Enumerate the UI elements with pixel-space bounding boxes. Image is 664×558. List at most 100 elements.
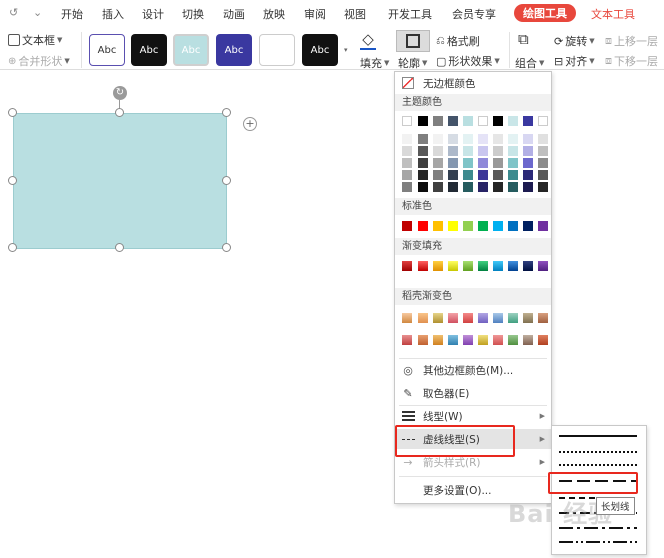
tab-transition[interactable]: 切换 bbox=[182, 6, 204, 22]
theme-color-swatch[interactable] bbox=[523, 170, 533, 180]
align-button[interactable]: ⊟ 对齐 ▼ bbox=[554, 53, 595, 69]
fill-button[interactable]: ◇ bbox=[360, 30, 376, 50]
theme-color-swatch[interactable] bbox=[493, 158, 503, 168]
theme-color-swatch[interactable] bbox=[418, 182, 428, 192]
gradient-fill-swatch[interactable] bbox=[538, 261, 548, 271]
send-backward-button[interactable]: ⧈ 下移一层 bbox=[605, 53, 658, 69]
quick-add-plus-icon[interactable]: + bbox=[243, 117, 257, 131]
standard-color-swatch[interactable] bbox=[418, 221, 428, 231]
theme-color-swatch[interactable] bbox=[478, 146, 488, 156]
menu-item-line-type[interactable]: 线型(W) ▶ bbox=[395, 406, 551, 426]
menu-item-eyedropper[interactable]: ✎ 取色器(E) bbox=[395, 383, 551, 403]
theme-color-swatch[interactable] bbox=[523, 134, 533, 144]
shape-style-black-2[interactable]: Abc bbox=[302, 34, 338, 66]
theme-color-swatch[interactable] bbox=[493, 134, 503, 144]
theme-color-swatch[interactable] bbox=[523, 116, 533, 126]
theme-color-swatch[interactable] bbox=[493, 146, 503, 156]
theme-color-swatch[interactable] bbox=[402, 182, 412, 192]
theme-color-swatch[interactable] bbox=[418, 170, 428, 180]
shape-style-indigo[interactable]: Abc bbox=[216, 34, 252, 66]
theme-color-swatch[interactable] bbox=[448, 146, 458, 156]
theme-color-swatch[interactable] bbox=[448, 170, 458, 180]
tab-home[interactable]: 开始 bbox=[61, 6, 83, 22]
tab-developer[interactable]: 开发工具 bbox=[388, 6, 432, 22]
theme-color-swatch[interactable] bbox=[508, 116, 518, 126]
theme-color-swatch[interactable] bbox=[508, 134, 518, 144]
tab-view[interactable]: 视图 bbox=[344, 6, 366, 22]
bring-forward-button[interactable]: ⧈ 上移一层 bbox=[605, 33, 658, 49]
theme-color-swatch[interactable] bbox=[508, 158, 518, 168]
theme-color-swatch[interactable] bbox=[493, 170, 503, 180]
theme-color-swatch[interactable] bbox=[433, 182, 443, 192]
theme-color-swatch[interactable] bbox=[508, 170, 518, 180]
theme-color-swatch[interactable] bbox=[523, 158, 533, 168]
theme-color-swatch[interactable] bbox=[448, 182, 458, 192]
theme-color-swatch[interactable] bbox=[402, 134, 412, 144]
theme-color-swatch[interactable] bbox=[538, 146, 548, 156]
theme-color-swatch[interactable] bbox=[478, 134, 488, 144]
standard-color-swatch[interactable] bbox=[448, 221, 458, 231]
resize-handle-left[interactable] bbox=[8, 176, 17, 185]
theme-color-swatch[interactable] bbox=[463, 134, 473, 144]
tab-drawing-tools[interactable]: 绘图工具 bbox=[514, 4, 576, 22]
gradient-fill-swatch[interactable] bbox=[463, 261, 473, 271]
tab-design[interactable]: 设计 bbox=[142, 6, 164, 22]
textbox-button[interactable]: 文本框 ▼ bbox=[8, 32, 62, 48]
selected-rectangle-shape[interactable] bbox=[13, 113, 227, 249]
theme-color-swatch[interactable] bbox=[538, 182, 548, 192]
group-button[interactable]: ⧉ bbox=[518, 30, 529, 48]
tab-text-tools[interactable]: 文本工具 bbox=[591, 6, 635, 22]
theme-color-swatch[interactable] bbox=[478, 116, 488, 126]
theme-color-swatch[interactable] bbox=[433, 116, 443, 126]
theme-color-swatch[interactable] bbox=[463, 170, 473, 180]
shape-style-white[interactable] bbox=[259, 34, 295, 66]
theme-color-swatch[interactable] bbox=[433, 170, 443, 180]
group-label[interactable]: 组合 ▼ bbox=[515, 55, 544, 71]
tab-animation[interactable]: 动画 bbox=[223, 6, 245, 22]
theme-color-swatch[interactable] bbox=[463, 182, 473, 192]
theme-color-swatch[interactable] bbox=[538, 158, 548, 168]
docer-gradient-swatch[interactable] bbox=[433, 313, 443, 323]
outline-button[interactable] bbox=[396, 30, 430, 52]
resize-handle-top-left[interactable] bbox=[8, 108, 17, 117]
quick-access-dropdown-icon[interactable]: ⌄ bbox=[33, 6, 42, 19]
shape-style-black[interactable]: Abc bbox=[131, 34, 167, 66]
dash-option-solid[interactable] bbox=[559, 435, 637, 437]
menu-item-more-border-colors[interactable]: ◎ 其他边框颜色(M)... bbox=[395, 360, 551, 380]
dash-option-round-dot[interactable] bbox=[559, 451, 637, 453]
standard-color-swatch[interactable] bbox=[538, 221, 548, 231]
tab-review[interactable]: 审阅 bbox=[304, 6, 326, 22]
theme-color-swatch[interactable] bbox=[538, 170, 548, 180]
docer-gradient-swatch[interactable] bbox=[418, 313, 428, 323]
docer-gradient-swatch[interactable] bbox=[538, 313, 548, 323]
merge-shape-button[interactable]: ⊕ 合并形状 ▼ bbox=[8, 53, 70, 69]
theme-color-swatch[interactable] bbox=[418, 134, 428, 144]
menu-item-no-border-color[interactable]: 无边框颜色 bbox=[395, 73, 551, 93]
gradient-fill-swatch[interactable] bbox=[418, 261, 428, 271]
shape-effects-button[interactable]: ▢ 形状效果 ▼ bbox=[436, 53, 500, 69]
outline-label[interactable]: 轮廓 ▼ bbox=[398, 55, 427, 71]
docer-gradient-swatch[interactable] bbox=[418, 335, 428, 345]
docer-gradient-swatch[interactable] bbox=[448, 335, 458, 345]
standard-color-swatch[interactable] bbox=[478, 221, 488, 231]
theme-color-swatch[interactable] bbox=[418, 116, 428, 126]
theme-color-swatch[interactable] bbox=[433, 134, 443, 144]
tab-insert[interactable]: 插入 bbox=[102, 6, 124, 22]
gradient-fill-swatch[interactable] bbox=[493, 261, 503, 271]
standard-color-swatch[interactable] bbox=[508, 221, 518, 231]
docer-gradient-swatch[interactable] bbox=[523, 335, 533, 345]
theme-color-swatch[interactable] bbox=[418, 158, 428, 168]
theme-color-swatch[interactable] bbox=[402, 116, 412, 126]
standard-color-swatch[interactable] bbox=[402, 221, 412, 231]
theme-color-swatch[interactable] bbox=[463, 116, 473, 126]
shape-style-light-teal[interactable]: Abc bbox=[173, 34, 209, 66]
styles-more-icon[interactable]: ▾ bbox=[344, 46, 348, 54]
docer-gradient-swatch[interactable] bbox=[508, 313, 518, 323]
theme-color-swatch[interactable] bbox=[463, 146, 473, 156]
docer-gradient-swatch[interactable] bbox=[478, 313, 488, 323]
docer-gradient-swatch[interactable] bbox=[493, 335, 503, 345]
docer-gradient-swatch[interactable] bbox=[523, 313, 533, 323]
standard-color-swatch[interactable] bbox=[493, 221, 503, 231]
theme-color-swatch[interactable] bbox=[523, 146, 533, 156]
resize-handle-top[interactable] bbox=[115, 108, 124, 117]
